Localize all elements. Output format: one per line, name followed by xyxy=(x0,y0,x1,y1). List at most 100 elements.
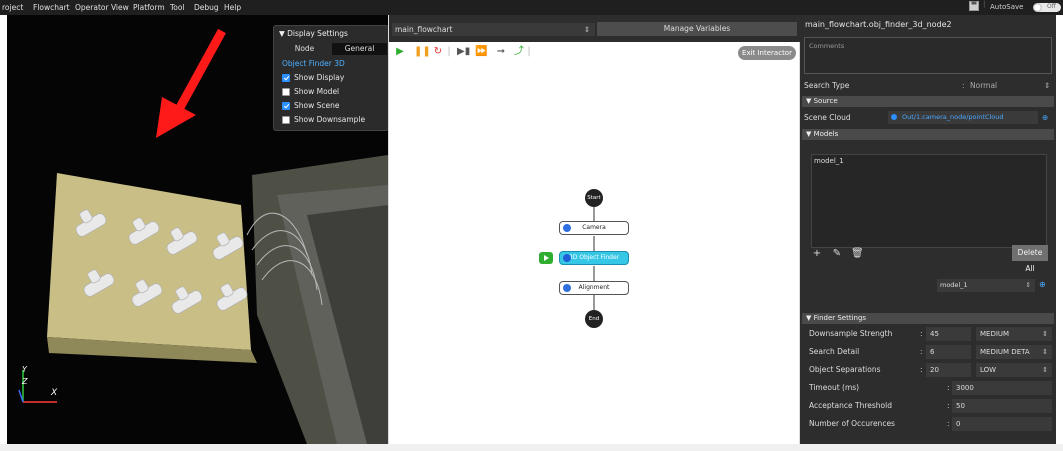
flowchart-panel: main_flowchart ⇕ Manage Variables ▶ ❚❚ ↻… xyxy=(388,15,801,444)
select-value: MEDIUM DETA xyxy=(980,348,1030,356)
object-separations-row[interactable]: Object Separations : 20 LOW ⇕ xyxy=(806,363,1056,379)
finder-settings-section[interactable]: ▼ Finder Settings xyxy=(802,313,1054,324)
display-settings-header[interactable]: ▼ Display Settings xyxy=(279,29,348,38)
camera-icon xyxy=(563,224,571,232)
axis-y-label: Y xyxy=(22,365,27,374)
models-section[interactable]: ▼ Models xyxy=(802,129,1054,140)
display-section-title: Object Finder 3D xyxy=(282,59,345,68)
list-item[interactable]: model_1 xyxy=(814,157,844,165)
downsample-strength-row[interactable]: Downsample Strength : 45 MEDIUM ⇕ xyxy=(806,327,1056,343)
checkbox-unchecked-icon xyxy=(282,88,290,96)
scene-cloud-row[interactable]: Scene Cloud Out/1.camera_node/pointCloud… xyxy=(804,111,1054,124)
3d-viewer[interactable]: Y Z X ▼ Display Settings Node General Ob… xyxy=(7,15,388,444)
checkbox-label: Show Downsample xyxy=(294,115,366,124)
menu-tool[interactable]: Tool xyxy=(170,2,185,14)
object-separations-level-select[interactable]: LOW ⇕ xyxy=(976,363,1052,377)
alignment-icon xyxy=(563,284,571,292)
red-arrow-icon xyxy=(156,28,226,138)
source-section[interactable]: ▼ Source xyxy=(802,96,1054,107)
timeout-row[interactable]: Timeout (ms) : 3000 xyxy=(806,381,1056,397)
menu-operator-view[interactable]: Operator View xyxy=(75,2,129,14)
tab-node[interactable]: Node xyxy=(277,43,332,55)
start-node[interactable]: Start xyxy=(585,189,603,207)
app-window: roject Flowchart Operator View Platform … xyxy=(0,0,1063,451)
menu-project[interactable]: roject xyxy=(2,2,23,14)
acceptance-threshold-row[interactable]: Acceptance Threshold : 50 xyxy=(806,399,1056,415)
checkbox-unchecked-icon xyxy=(282,116,290,124)
edit-icon[interactable]: ✎ xyxy=(831,248,843,259)
menu-flowchart[interactable]: Flowchart xyxy=(33,2,70,14)
menu-divider: | xyxy=(983,0,986,8)
checkbox-label: Show Display xyxy=(294,73,345,82)
downsample-level-select[interactable]: MEDIUM ⇕ xyxy=(976,327,1052,341)
tab-general[interactable]: General xyxy=(332,43,387,55)
display-settings-panel: ▼ Display Settings Node General Object F… xyxy=(273,25,388,131)
object-finder-node[interactable]: 3D Object Finder xyxy=(559,251,629,265)
search-type-value: Normal xyxy=(970,81,998,90)
search-detail-input[interactable]: 6 xyxy=(926,345,971,359)
downsample-strength-input[interactable]: 45 xyxy=(926,327,971,341)
finder-row-colon: : xyxy=(920,347,923,356)
current-step-play-icon[interactable] xyxy=(539,252,553,264)
select-caret-icon: ⇕ xyxy=(1042,348,1048,356)
search-type-row[interactable]: Search Type : Normal ⇕ xyxy=(804,79,1054,92)
number-of-occurences-input[interactable]: 0 xyxy=(952,417,1052,431)
select-value: LOW xyxy=(980,366,997,374)
object-finder-node-label: 3D Object Finder xyxy=(568,254,620,261)
autosave-toggle-label: Off xyxy=(1047,3,1056,10)
end-node[interactable]: End xyxy=(585,310,603,328)
acceptance-threshold-input[interactable]: 50 xyxy=(952,399,1052,413)
delete-all-button[interactable]: Delete All xyxy=(1012,245,1048,273)
display-settings-tabs: Node General xyxy=(277,43,387,55)
object-finder-icon xyxy=(563,254,571,262)
search-detail-row[interactable]: Search Detail : 6 MEDIUM DETA ⇕ xyxy=(806,345,1056,361)
model-select[interactable]: model_1 ⇕ xyxy=(937,279,1035,292)
save-icon[interactable] xyxy=(969,1,979,13)
finder-row-colon: : xyxy=(947,419,950,428)
models-section-title: Models xyxy=(813,130,839,138)
menu-debug[interactable]: Debug xyxy=(194,2,219,14)
finder-row-colon: : xyxy=(920,365,923,374)
select-caret-icon: ⇕ xyxy=(1025,281,1031,289)
comments-field[interactable]: Comments xyxy=(804,37,1052,74)
models-list[interactable]: model_1 xyxy=(811,154,1047,248)
model-select-value: model_1 xyxy=(940,281,968,289)
camera-node[interactable]: Camera xyxy=(559,221,629,235)
number-of-occurences-row[interactable]: Number of Occurences : 0 xyxy=(806,417,1056,433)
add-icon[interactable]: + xyxy=(811,248,823,259)
menu-help[interactable]: Help xyxy=(224,2,241,14)
scene-cloud-field[interactable]: Out/1.camera_node/pointCloud xyxy=(888,111,1038,124)
finder-row-colon: : xyxy=(947,401,950,410)
checkbox-checked-icon xyxy=(282,102,290,110)
alignment-node[interactable]: Alignment xyxy=(559,281,629,295)
search-type-colon: : xyxy=(962,81,965,90)
select-caret-icon: ⇕ xyxy=(1044,81,1051,90)
timeout-input[interactable]: 3000 xyxy=(952,381,1052,395)
axis-x-label: X xyxy=(51,388,58,398)
checkbox-label: Show Model xyxy=(294,87,340,96)
checkbox-label: Show Scene xyxy=(294,101,340,110)
finder-row-label: Search Detail xyxy=(809,347,860,356)
camera-node-label: Camera xyxy=(582,224,606,231)
menu-platform[interactable]: Platform xyxy=(133,2,165,14)
finder-row-label: Number of Occurences xyxy=(809,419,895,428)
finder-row-label: Timeout (ms) xyxy=(809,383,860,392)
comments-placeholder: Comments xyxy=(809,42,845,50)
object-separations-input[interactable]: 20 xyxy=(926,363,971,377)
delete-icon[interactable]: 🗑 xyxy=(851,248,864,259)
finder-row-colon: : xyxy=(947,383,950,392)
bottom-edge xyxy=(0,444,1063,451)
select-caret-icon: ⇕ xyxy=(1042,330,1048,338)
properties-panel: main_flowchart.obj_finder_3d_node2 Comme… xyxy=(800,15,1056,444)
finder-row-label: Downsample Strength xyxy=(809,329,893,338)
info-icon[interactable]: ⊕ xyxy=(1042,111,1048,124)
finder-settings-title: Finder Settings xyxy=(813,314,867,322)
finder-row-label: Acceptance Threshold xyxy=(809,401,892,410)
scene-cloud-label: Scene Cloud xyxy=(804,113,851,122)
select-value: MEDIUM xyxy=(980,330,1010,338)
alignment-node-label: Alignment xyxy=(578,284,610,291)
finder-row-label: Object Separations xyxy=(809,365,881,374)
info-icon[interactable]: ⊕ xyxy=(1039,280,1046,289)
menu-bar: roject Flowchart Operator View Platform … xyxy=(0,0,1063,15)
search-detail-level-select[interactable]: MEDIUM DETA ⇕ xyxy=(976,345,1052,359)
